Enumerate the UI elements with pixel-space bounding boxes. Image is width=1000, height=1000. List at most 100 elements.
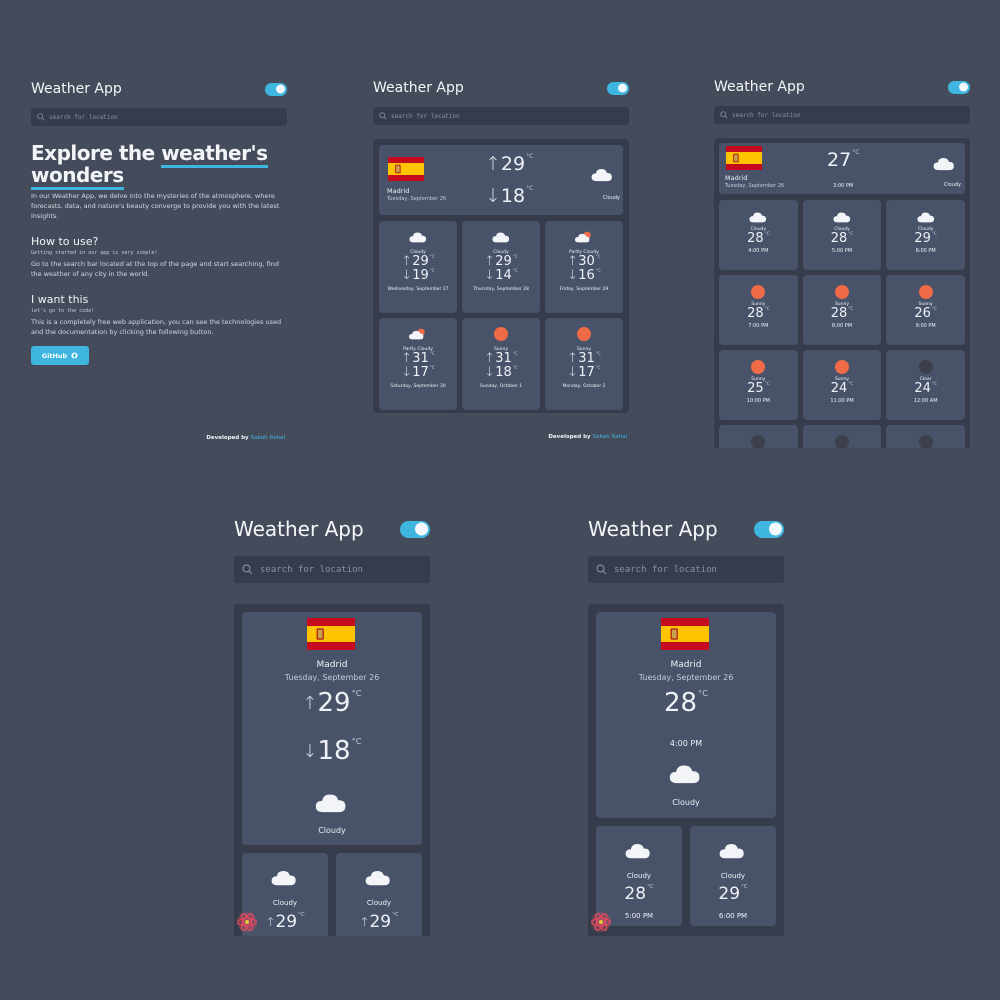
search-icon — [596, 564, 607, 575]
hourly-board: Madrid Tuesday, September 26 28 °C 4:00 P… — [588, 604, 784, 936]
author-link[interactable]: Sabah Rahal — [251, 435, 285, 441]
icon-wrap — [379, 326, 457, 342]
card-temp: 25 °C — [747, 381, 770, 396]
card-low: ↓ 18 °C — [484, 365, 518, 381]
search-input[interactable]: search for location — [588, 556, 784, 583]
icon-wrap — [803, 434, 882, 448]
temp-low: ↓ 18 °C — [302, 736, 362, 766]
hour-card: Cloudy 28 °C 5:00 PM — [802, 200, 882, 270]
current-hour-card: Madrid Tuesday, September 26 28 °C 4:00 P… — [596, 612, 776, 818]
search-input[interactable]: search for location — [714, 106, 970, 124]
theme-toggle[interactable] — [265, 82, 287, 96]
card-time: 6:00 PM — [718, 912, 748, 920]
toggle-knob — [276, 84, 285, 94]
card-date: Saturday, September 30 — [390, 383, 446, 389]
daily-grid: Cloudy ↑ 29 °C ↓ 19 °C Wednesday, September 27 C… — [379, 221, 623, 410]
arrow-down-icon: ↓ — [401, 365, 413, 381]
card-date: Friday, September 29 — [559, 286, 609, 292]
hour-card: Cloudy 29 °C 6:00 PM — [690, 826, 776, 926]
sun-icon — [918, 284, 933, 299]
daily-panel: Weather App search for location Madrid T… — [373, 77, 629, 448]
arrow-up-icon: ↑ — [484, 351, 496, 366]
hour-card: Cloudy 28 °C 4:00 PM — [719, 200, 798, 270]
spain-flag — [305, 618, 357, 650]
want-code: let's go to the code! — [31, 308, 95, 314]
cloud-icon — [365, 869, 391, 886]
theme-toggle[interactable] — [607, 81, 629, 95]
hourly-grid: Cloudy 28 °C 4:00 PM Cloudy 28 °C 5:00 PM Cloudy… — [719, 200, 965, 448]
search-placeholder: search for location — [49, 113, 118, 121]
card-temp: 26 °C — [914, 306, 937, 321]
icon-wrap — [886, 209, 965, 224]
theme-toggle[interactable] — [754, 520, 784, 538]
card-time: 11:00 PM — [830, 398, 854, 405]
cloud-icon — [591, 167, 613, 182]
app-title: Weather App — [588, 517, 718, 541]
city-name: Madrid — [725, 174, 748, 182]
card-temp: 24 °C — [914, 381, 937, 396]
card-high: ↑ 29 °C — [359, 912, 399, 932]
hourly-board: Madrid Tuesday, September 26 27 °C 3:00 P… — [714, 138, 970, 448]
theme-toggle[interactable] — [948, 80, 970, 94]
icon-wrap — [886, 284, 965, 299]
card-condition: Cloudy — [626, 872, 652, 880]
card-date: Monday, October 2 — [562, 383, 606, 389]
arrow-up-icon: ↑ — [485, 153, 501, 175]
toggle-knob — [769, 522, 782, 536]
arrow-down-icon: ↓ — [484, 365, 496, 381]
card-date: Wednesday, September 27 — [387, 286, 449, 292]
card-low: ↓ 14 °C — [484, 268, 518, 284]
card-temp: 28 °C — [624, 884, 654, 904]
daily-card: Cloudy ↑ 29 °C ↓ 14 °C Thursday, September 28 — [462, 221, 540, 313]
author-link[interactable]: Sabah Rahal — [593, 434, 627, 440]
arrow-up-icon: ↑ — [359, 915, 370, 929]
forecast-board: Madrid Tuesday, September 26 ↑ 29 °C ↓ 18 °C… — [234, 604, 430, 936]
search-placeholder: search for location — [614, 564, 717, 575]
card-high: ↑ 29 °C — [484, 254, 518, 269]
hour-card: Cloudy 29 °C 6:00 PM — [886, 200, 965, 270]
sun-icon — [834, 359, 849, 374]
card-condition: Cloudy — [272, 899, 298, 907]
forecast-board: Madrid Tuesday, September 26 ↑ 29 °C ↓ 18 °C… — [373, 139, 629, 413]
current-date: Tuesday, September 26 — [284, 673, 380, 682]
sun-icon — [751, 359, 766, 374]
card-date: Thursday, September 28 — [473, 286, 529, 292]
hour-card: Sunny 25 °C 10:00 PM — [719, 350, 798, 420]
card-time: 12:00 AM — [913, 398, 938, 405]
howto-title: How to use? — [31, 235, 99, 248]
moon-icon — [918, 434, 933, 448]
card-time: 6:00 PM — [915, 248, 936, 255]
search-input[interactable]: search for location — [234, 556, 430, 583]
card-temp: 28 °C — [747, 306, 770, 321]
hero-headline: Explore the weather's wonders — [31, 141, 287, 190]
card-low: ↓ 19 °C — [401, 268, 435, 284]
hour-card: Sunny 26 °C 9:00 PM — [886, 275, 965, 345]
current-hour-time: 3:00 PM — [833, 183, 854, 189]
arrow-down-icon: ↓ — [567, 268, 579, 284]
icon-wrap — [803, 359, 882, 374]
search-input[interactable]: search for location — [31, 108, 287, 126]
app-title: Weather App — [31, 81, 122, 97]
card-high: ↑ 29 °C — [401, 254, 435, 269]
arrow-up-icon: ↑ — [567, 351, 579, 366]
arrow-up-icon: ↑ — [302, 692, 318, 714]
search-placeholder: search for location — [260, 564, 363, 575]
app-title: Weather App — [234, 517, 364, 541]
icon-wrap — [886, 434, 965, 448]
daily-card: Cloudy ↑ 29 °C ↓ 19 °C Wednesday, September 27 — [379, 221, 457, 313]
temp-high: ↑ 29 °C — [302, 688, 362, 718]
arrow-up-icon: ↑ — [484, 254, 496, 269]
github-button[interactable]: GitHub — [31, 346, 89, 365]
arrow-up-icon: ↑ — [401, 254, 413, 269]
mobile-daily-panel: Weather App search for location Madrid T… — [234, 516, 430, 936]
theme-toggle[interactable] — [400, 520, 430, 538]
search-icon — [242, 564, 253, 575]
current-hour-card: Madrid Tuesday, September 26 27 °C 3:00 P… — [719, 143, 965, 194]
arrow-up-icon: ↑ — [265, 915, 276, 929]
search-input[interactable]: search for location — [373, 107, 629, 125]
card-temp: 28 °C — [830, 231, 854, 246]
small-cards-row: Cloudy 28 °C 5:00 PM Cloudy 29 °C 6:00 PM — [596, 826, 776, 926]
cloud-icon — [749, 211, 767, 223]
spain-flag — [659, 618, 711, 650]
card-low: ↓ 16 °C — [567, 268, 601, 284]
